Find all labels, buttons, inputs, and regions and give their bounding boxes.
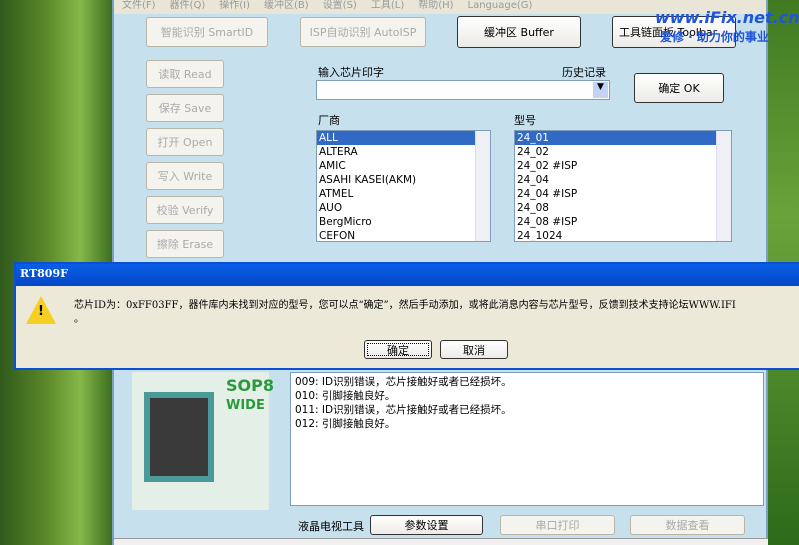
menu-language[interactable]: Language(G) xyxy=(468,0,533,14)
dialog-message: 芯片ID为：0xFF03FF，器件库内未找到对应的型号，您可以点“确定”，然后手… xyxy=(74,300,736,311)
menu-file[interactable]: 文件(F) xyxy=(122,0,156,14)
write-button[interactable]: 写入 Write xyxy=(146,162,224,190)
data-view-button[interactable]: 数据查看 xyxy=(630,515,745,535)
chip-marking-input[interactable]: ▼ xyxy=(316,80,610,100)
read-button[interactable]: 读取 Read xyxy=(146,60,224,88)
ok-button[interactable]: 确定 OK xyxy=(634,73,724,103)
list-item[interactable]: 24_02 xyxy=(515,145,731,159)
watermark-url: www.iFix.net.cn xyxy=(655,8,799,27)
model-list[interactable]: 24_01 24_02 24_02 #ISP 24_04 24_04 #ISP … xyxy=(514,130,732,242)
menu-buffer[interactable]: 缓冲区(B) xyxy=(264,0,309,14)
log-output[interactable]: 009: ID识别错误，芯片接触好或者已经损坏。 010: 引脚接触良好。 01… xyxy=(290,372,764,506)
list-item[interactable]: ALL xyxy=(317,131,490,145)
list-item[interactable]: 24_08 xyxy=(515,201,731,215)
open-button[interactable]: 打开 Open xyxy=(146,128,224,156)
history-label: 历史记录 xyxy=(562,66,606,79)
lcd-tools-label: 液晶电视工具 xyxy=(298,520,364,533)
list-item[interactable]: CEFON xyxy=(317,229,490,241)
chip-input-label: 输入芯片印字 xyxy=(318,66,384,79)
scrollbar[interactable] xyxy=(716,131,731,241)
status-bar xyxy=(114,538,768,545)
exclamation-icon: ! xyxy=(38,304,44,319)
list-item[interactable]: BergMicro xyxy=(317,215,490,229)
list-item[interactable]: ALTERA xyxy=(317,145,490,159)
params-button[interactable]: 参数设置 xyxy=(370,515,483,535)
watermark-slogan: 爱修 · 助力你的事业 xyxy=(660,30,769,44)
erase-button[interactable]: 擦除 Erase xyxy=(146,230,224,258)
menu-operate[interactable]: 操作(I) xyxy=(219,0,250,14)
menu-settings[interactable]: 设置(S) xyxy=(323,0,357,14)
smartid-button[interactable]: 智能识别 SmartID xyxy=(146,17,268,47)
log-line: 011: ID识别错误，芯片接触好或者已经损坏。 xyxy=(295,404,512,416)
vendor-list[interactable]: ALL ALTERA AMIC ASAHI KASEI(AKM) ATMEL A… xyxy=(316,130,491,242)
list-item[interactable]: 24_1024 xyxy=(515,229,731,241)
socket-type: SOP8 xyxy=(226,376,274,395)
log-line: 010: 引脚接触良好。 xyxy=(295,390,396,402)
dialog-cancel-button[interactable]: 取消 xyxy=(440,340,508,359)
vendor-label: 厂商 xyxy=(318,114,340,127)
list-item[interactable]: 24_08 #ISP xyxy=(515,215,731,229)
list-item[interactable]: 24_04 xyxy=(515,173,731,187)
list-item[interactable]: 24_01 xyxy=(515,131,731,145)
dialog-title: RT809F xyxy=(16,264,799,286)
autoisp-button[interactable]: ISP自动识别 AutoISP xyxy=(300,17,426,47)
menu-device[interactable]: 器件(Q) xyxy=(170,0,206,14)
model-label: 型号 xyxy=(514,114,536,127)
verify-button[interactable]: 校验 Verify xyxy=(146,196,224,224)
save-button[interactable]: 保存 Save xyxy=(146,94,224,122)
log-line: 009: ID识别错误，芯片接触好或者已经损坏。 xyxy=(295,376,512,388)
list-item[interactable]: 24_02 #ISP xyxy=(515,159,731,173)
dialog-ok-button[interactable]: 确定 xyxy=(364,340,432,359)
chevron-down-icon[interactable]: ▼ xyxy=(593,82,608,98)
list-item[interactable]: AMIC xyxy=(317,159,490,173)
menu-help[interactable]: 帮助(H) xyxy=(418,0,453,14)
menu-tools[interactable]: 工具(L) xyxy=(371,0,404,14)
list-item[interactable]: ATMEL xyxy=(317,187,490,201)
list-item[interactable]: AUO xyxy=(317,201,490,215)
sop8-socket-icon xyxy=(144,392,214,482)
list-item[interactable]: 24_04 #ISP xyxy=(515,187,731,201)
log-line: 012: 引脚接触良好。 xyxy=(295,418,396,430)
message-dialog: RT809F ! 芯片ID为：0xFF03FF，器件库内未找到对应的型号，您可以… xyxy=(14,262,799,370)
dialog-message-cont: 。 xyxy=(74,314,84,325)
socket-image: SOP8 WIDE xyxy=(132,372,274,510)
scrollbar[interactable] xyxy=(475,131,490,241)
buffer-button[interactable]: 缓冲区 Buffer xyxy=(457,16,581,48)
serial-print-button[interactable]: 串口打印 xyxy=(500,515,615,535)
list-item[interactable]: ASAHI KASEI(AKM) xyxy=(317,173,490,187)
socket-width: WIDE xyxy=(226,398,265,413)
